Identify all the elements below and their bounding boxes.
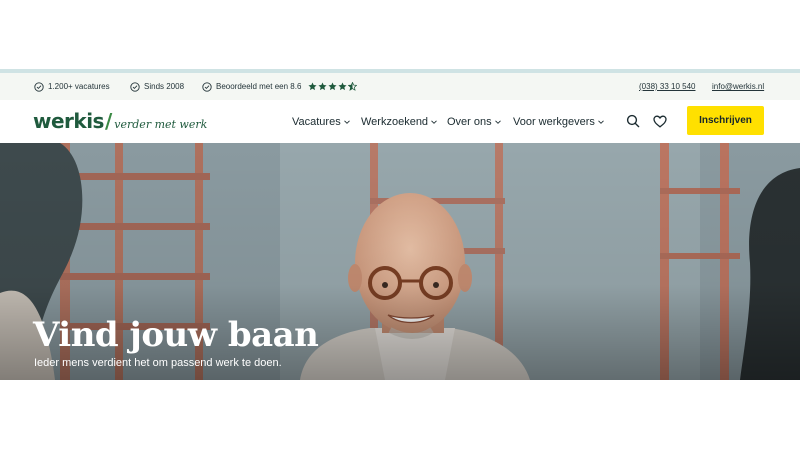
nav-label: Over ons xyxy=(447,115,492,128)
usp-label: Beoordeeld met een 8.6 xyxy=(216,82,302,91)
star-icon xyxy=(318,82,327,91)
usp-rating: Beoordeeld met een 8.6 xyxy=(202,73,358,100)
search-button[interactable] xyxy=(624,112,642,130)
usp-label: Sinds 2008 xyxy=(144,82,185,91)
usp-label: 1.200+ vacatures xyxy=(48,82,110,91)
chevron-down-icon xyxy=(494,119,501,124)
usp-since: Sinds 2008 xyxy=(130,73,184,100)
chevron-down-icon xyxy=(598,119,604,124)
check-circle-icon xyxy=(202,81,212,92)
nav-label: Vacatures xyxy=(292,115,341,128)
usp-vacatures: 1.200+ vacatures xyxy=(34,73,110,100)
werkis-logo[interactable]: werkis / verder met werk xyxy=(33,109,207,133)
check-circle-icon xyxy=(34,81,44,92)
heart-icon xyxy=(653,115,667,128)
usp-topbar: 1.200+ vacatures Sinds 2008 Beoordeeld m… xyxy=(0,73,800,100)
nav-label: Voor werkgevers xyxy=(513,115,595,128)
star-icon xyxy=(328,82,337,91)
chevron-down-icon xyxy=(343,119,350,124)
star-icon xyxy=(338,82,347,91)
star-half-icon xyxy=(348,82,358,91)
logo-tagline: verder met werk xyxy=(114,118,208,131)
rating-stars xyxy=(308,82,358,91)
email-link[interactable]: info@werkis.nl xyxy=(712,73,764,100)
nav-item-werkzoekend[interactable]: Werkzoekend xyxy=(361,100,438,143)
nav-item-over-ons[interactable]: Over ons xyxy=(447,100,502,143)
signup-button[interactable]: Inschrijven xyxy=(687,106,764,135)
hero-banner: Vind jouw baan Ieder mens verdient het o… xyxy=(0,143,800,380)
nav-label: Werkzoekend xyxy=(361,115,429,128)
nav-item-voor-werkgevers[interactable]: Voor werkgevers xyxy=(513,100,605,143)
logo-wordmark: werkis xyxy=(33,109,104,133)
hero-subtitle: Ieder mens verdient het om passend werk … xyxy=(34,357,282,369)
chevron-down-icon xyxy=(431,119,437,124)
nav-item-vacatures[interactable]: Vacatures xyxy=(292,100,351,143)
main-header: werkis / verder met werk Vacatures Werkz… xyxy=(0,100,800,143)
star-icon xyxy=(308,82,317,91)
logo-slash: / xyxy=(104,109,113,133)
phone-link[interactable]: (038) 33 10 540 xyxy=(639,73,696,100)
check-circle-icon xyxy=(130,81,140,92)
search-icon xyxy=(626,114,640,128)
hero-title: Vind jouw baan xyxy=(33,315,319,355)
favorites-button[interactable] xyxy=(651,112,669,130)
